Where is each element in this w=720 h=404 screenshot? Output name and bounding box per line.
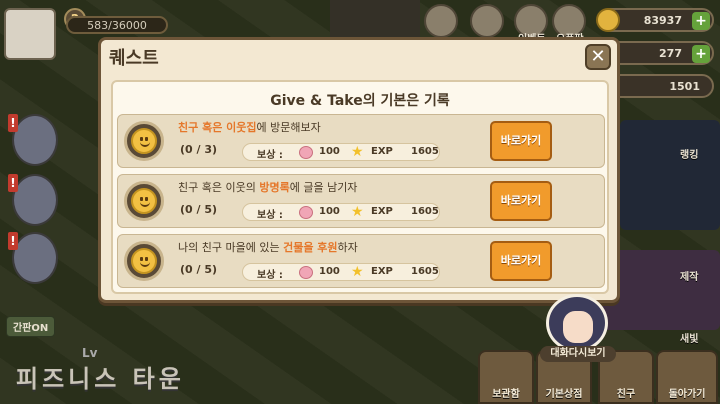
level-prefix: Lv [82, 346, 98, 360]
storage-label: 보관함 [492, 389, 520, 400]
smile-icon [124, 241, 164, 281]
quest-progress: (0 / 5) [180, 263, 218, 276]
add-coin-button[interactable]: + [692, 12, 710, 30]
quest-item: 친구 혹은 이웃집에 방문해보자 (0 / 3) 보상 : 100 ★ EXP … [117, 114, 605, 168]
heart-coin-icon [299, 206, 313, 219]
cafe-icon[interactable] [424, 4, 458, 38]
return-button[interactable]: 돌아가기 [656, 350, 718, 404]
quest-progress: (0 / 5) [180, 203, 218, 216]
star-icon: ★ [351, 264, 364, 280]
add-heart-button[interactable]: + [692, 45, 710, 63]
go-button[interactable]: 바로가기 [490, 241, 552, 281]
friend-avatar[interactable]: ! [8, 232, 58, 284]
heart-coin-icon [299, 266, 313, 279]
reward-exp: 1605 [411, 146, 439, 157]
quest-description: 나의 친구 마을에 있는 건물을 후원하자 [178, 241, 358, 254]
smile-icon [124, 181, 164, 221]
coin-icon [596, 8, 620, 32]
reward-coin: 100 [319, 206, 340, 217]
reward-exp: 1605 [411, 266, 439, 277]
reward-bar: 보상 : 100 ★ EXP 1605 [242, 263, 440, 281]
quest-description: 친구 혹은 이웃의 방명록에 글을 남기자 [178, 181, 358, 194]
close-button[interactable]: ✕ [585, 44, 611, 70]
reward-label: 보상 : [257, 150, 283, 161]
friend-avatar[interactable]: ! [8, 114, 58, 166]
reward-label: 보상 : [257, 210, 283, 221]
quest-progress: (0 / 3) [180, 143, 218, 156]
shop-label: 기본상점 [545, 389, 583, 400]
alert-icon: ! [8, 232, 18, 250]
go-button[interactable]: 바로가기 [490, 181, 552, 221]
quest-dialog: 퀘스트 ✕ Give & Take의 기본은 기록 친구 혹은 이웃집에 방문해… [98, 37, 620, 303]
point-value: 1501 [669, 79, 700, 93]
go-button[interactable]: 바로가기 [490, 121, 552, 161]
reward-bar: 보상 : 100 ★ EXP 1605 [242, 143, 440, 161]
news-icon[interactable] [470, 4, 504, 38]
dialog-header: 퀘스트 ✕ [101, 40, 617, 74]
reward-exp: 1605 [411, 206, 439, 217]
quest-item: 친구 혹은 이웃의 방명록에 글을 남기자 (0 / 5) 보상 : 100 ★… [117, 174, 605, 228]
quest-description: 친구 혹은 이웃집에 방문해보자 [178, 121, 321, 134]
replay-dialog-button[interactable]: 대화다시보기 [540, 346, 616, 362]
quest-item: 나의 친구 마을에 있는 건물을 후원하자 (0 / 5) 보상 : 100 ★… [117, 234, 605, 288]
friend-label: 친구 [616, 389, 636, 400]
quest-subtitle: Give & Take의 기본은 기록 [270, 93, 450, 109]
signboard-toggle-button[interactable]: 간판ON [6, 316, 56, 337]
exp-label: EXP [371, 206, 393, 217]
star-icon: ★ [351, 144, 364, 160]
reward-coin: 100 [319, 146, 340, 157]
exp-label: EXP [371, 146, 393, 157]
friend-avatar[interactable]: ! [8, 174, 58, 226]
storage-button[interactable]: 보관함 [478, 350, 534, 404]
coin-value: 83937 [643, 13, 682, 27]
npc-avatar[interactable] [546, 294, 608, 352]
exp-label: EXP [371, 266, 393, 277]
xp-bar: 583/36000 [66, 16, 168, 34]
smile-icon [124, 121, 164, 161]
coin-counter: 83937 + [596, 8, 714, 32]
town-title: 피즈니스 타운 [16, 365, 185, 393]
reward-label: 보상 : [257, 270, 283, 281]
craft-label[interactable]: 제작 [680, 268, 698, 283]
reward-coin: 100 [319, 266, 340, 277]
player-avatar[interactable]: 2 [4, 8, 86, 60]
star-icon: ★ [351, 204, 364, 220]
dialog-title: 퀘스트 [109, 48, 159, 69]
heart-coin-icon [299, 146, 313, 159]
ranking-label[interactable]: 랭킹 [680, 146, 698, 161]
reward-bar: 보상 : 100 ★ EXP 1605 [242, 203, 440, 221]
alert-icon: ! [8, 174, 18, 192]
new-label[interactable]: 새빛 [680, 330, 698, 345]
return-label: 돌아가기 [668, 389, 706, 400]
quest-list: Give & Take의 기본은 기록 친구 혹은 이웃집에 방문해보자 (0 … [111, 80, 609, 294]
heart-value: 277 [659, 46, 682, 60]
alert-icon: ! [8, 114, 18, 132]
